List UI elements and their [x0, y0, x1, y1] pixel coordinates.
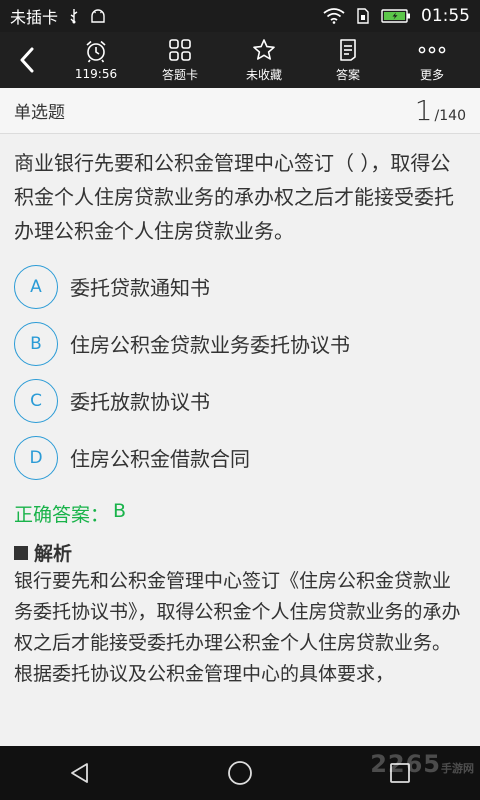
question-total: /140 — [434, 108, 466, 124]
answer-sheet-label: 答题卡 — [161, 67, 198, 82]
more-button[interactable]: 更多 — [390, 32, 474, 88]
alarm-clock-icon — [86, 40, 106, 63]
option-d[interactable]: D 住房公积金借款合同 — [14, 429, 466, 486]
option-d-text: 住房公积金借款合同 — [70, 447, 250, 471]
document-icon — [340, 38, 356, 61]
correct-answer-label: 正确答案： — [14, 504, 110, 526]
show-answer-button[interactable]: 答案 — [306, 32, 390, 88]
option-b-letter: B — [14, 321, 58, 366]
timer-label: 119:56 — [74, 67, 118, 81]
wifi-icon — [323, 8, 345, 24]
option-d-letter: D — [14, 435, 58, 480]
status-bar: 未插卡 01:55 — [0, 0, 480, 32]
correct-answer: 正确答案： B — [14, 500, 466, 527]
question-header: 单选题 1 /140 — [0, 88, 480, 134]
android-icon — [90, 9, 106, 23]
analysis-title: 解析 — [34, 543, 73, 565]
question-text: 商业银行先要和公积金管理中心签订（ ），取得公积金个人住房贷款业务的承办权之后才… — [14, 151, 454, 243]
option-b[interactable]: B 住房公积金贷款业务委托协议书 — [14, 315, 466, 372]
more-label: 更多 — [419, 67, 444, 82]
clock-text: 01:55 — [421, 6, 470, 26]
back-button[interactable] — [0, 32, 54, 88]
correct-answer-value: B — [113, 500, 127, 522]
option-b-text: 住房公积金贷款业务委托协议书 — [70, 333, 350, 357]
question-counter: 1 /140 — [415, 94, 466, 127]
favorite-label: 未收藏 — [245, 67, 282, 82]
watermark-text: 2265 — [370, 750, 441, 778]
star-icon — [253, 38, 275, 60]
option-c-text: 委托放款协议书 — [70, 390, 210, 414]
toolbar: 119:56 答题卡 未收藏 答案 更多 — [0, 32, 480, 88]
nav-back-button[interactable] — [40, 746, 120, 800]
timer-button[interactable]: 119:56 — [54, 32, 138, 88]
carrier-text: 未插卡 — [10, 8, 59, 27]
option-c[interactable]: C 委托放款协议书 — [14, 372, 466, 429]
watermark-sub: 手游网 — [441, 762, 474, 775]
option-c-letter: C — [14, 378, 58, 423]
back-arrow-icon — [20, 47, 34, 73]
square-bullet-icon — [14, 545, 28, 560]
answer-sheet-button[interactable]: 答题卡 — [138, 32, 222, 88]
option-list: A 委托贷款通知书 B 住房公积金贷款业务委托协议书 C 委托放款协议书 D 住… — [14, 258, 466, 486]
sim-icon — [355, 8, 371, 24]
option-a[interactable]: A 委托贷款通知书 — [14, 258, 466, 315]
nav-home-button[interactable] — [200, 746, 280, 800]
option-a-letter: A — [14, 264, 58, 309]
battery-icon — [381, 8, 411, 24]
grid-icon — [169, 38, 191, 61]
analysis-text: 银行要先和公积金管理中心签订《住房公积金贷款业务委托协议书》，取得公积金个人住房… — [14, 570, 461, 685]
question-current: 1 — [414, 94, 433, 127]
question-type: 单选题 — [14, 103, 65, 123]
usb-icon — [68, 8, 80, 24]
triangle-back-icon — [71, 763, 88, 783]
circle-home-icon — [228, 761, 252, 785]
show-answer-label: 答案 — [335, 67, 360, 82]
watermark-logo: 2265手游网 — [370, 750, 474, 778]
analysis-heading: 解析 — [14, 539, 466, 566]
more-icon — [418, 46, 446, 53]
favorite-button[interactable]: 未收藏 — [222, 32, 306, 88]
option-a-text: 委托贷款通知书 — [70, 276, 210, 300]
question-content[interactable]: 商业银行先要和公积金管理中心签订（ ），取得公积金个人住房贷款业务的承办权之后才… — [0, 134, 480, 746]
